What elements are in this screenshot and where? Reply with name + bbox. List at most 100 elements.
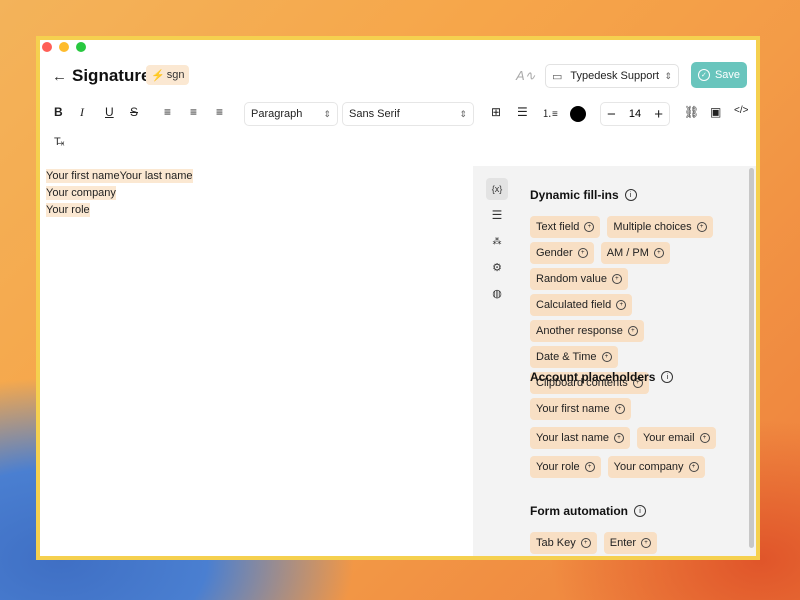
shortcut-badge[interactable]: ⚡ sgn [146,65,190,85]
strikethrough-icon[interactable]: S [130,105,138,119]
align-center-icon[interactable]: ≡ [190,105,197,119]
info-icon[interactable]: i [624,189,637,201]
increase-size-button[interactable]: + [654,106,663,123]
chip-label: Gender [536,247,573,259]
section-title-text: Dynamic fill-ins [530,188,619,202]
italic-icon[interactable]: I [80,105,84,120]
plus-circle-icon: + [613,433,624,443]
chip-am-pm[interactable]: AM / PM + [600,242,670,264]
check-circle-icon: ✓ [697,69,710,81]
chip-label: Text field [536,221,580,233]
chip-random-value[interactable]: Random value + [530,268,628,290]
chip-your-email[interactable]: Your email + [636,427,716,449]
save-button[interactable]: ✓ Save [691,62,747,88]
chip-enter[interactable]: Enter + [603,532,658,554]
chip-your-last-name[interactable]: Your last name + [530,427,630,449]
folder-icon: ▭ [552,70,563,83]
placeholder-last-name[interactable]: Your last name [119,169,193,183]
plus-circle-icon: + [614,404,625,414]
globe-icon[interactable]: ◍ [486,282,508,304]
font-size-stepper[interactable]: − 14 + [600,102,670,126]
plus-circle-icon: + [611,274,622,284]
window-controls [42,42,86,52]
plus-circle-icon: + [616,300,627,310]
font-family-value: Sans Serif [349,108,400,120]
chip-text-field[interactable]: Text field + [530,216,601,238]
save-button-label: Save [714,69,741,81]
chip-label: Calculated field [536,299,612,311]
close-window-button[interactable] [42,42,52,52]
minimize-window-button[interactable] [59,42,69,52]
app-window: ← Signature ⚡ sgn A∿ ▭ Typedesk Support … [36,36,760,560]
chip-your-first-name[interactable]: Your first name + [530,398,631,420]
info-icon[interactable]: i [661,371,674,383]
image-icon[interactable]: ▣ [710,105,721,119]
chip-label: Date & Time [536,351,597,363]
align-right-icon[interactable]: ≡ [216,105,223,119]
plus-circle-icon: + [641,538,652,548]
section-title-text: Form automation [530,504,628,518]
font-family-select[interactable]: Sans Serif ⇕ [342,102,474,126]
chip-label: Multiple choices [613,221,692,233]
bullet-list-icon[interactable]: ☰ [517,105,528,119]
variable-icon[interactable]: {x} [486,178,508,200]
chip-label: Your company [613,461,684,473]
chip-multiple-choices[interactable]: Multiple choices + [607,216,713,238]
plus-circle-icon: + [627,326,638,336]
section-title-text: Account placeholders [530,370,656,384]
panel-icon-bar: {x} ☰ ⁂ ⚙ ◍ [486,178,508,308]
numbered-list-icon[interactable]: ⒈≡ [542,105,558,120]
chip-label: Your first name [536,403,610,415]
bolt-icon: ⚡ [151,69,165,82]
chip-date-time[interactable]: Date & Time + [530,346,618,368]
back-arrow-icon[interactable]: ← [52,68,67,85]
chip-label: Another response [536,325,623,337]
table-icon[interactable]: ⊞ [491,105,501,119]
account-placeholders-list: Your first name + Your last name + Your em… [530,398,740,485]
format-toolbar: B I U S ≡ ≡ ≡ Paragraph ⇕ Sans Serif ⇕ ⊞… [40,100,756,130]
chip-label: AM / PM [606,247,649,259]
plus-circle-icon: + [601,352,612,362]
chip-label: Tab Key [536,537,576,549]
dynamic-fill-ins-title: Dynamic fill-ins i [530,188,637,202]
placeholder-company[interactable]: Your company [46,186,116,200]
code-icon[interactable]: </> [734,105,748,116]
maximize-window-button[interactable] [76,42,86,52]
placeholder-first-name[interactable]: Your first name [46,169,120,183]
plus-circle-icon: + [584,462,595,472]
gear-icon[interactable]: ⚙ [486,256,508,278]
plus-circle-icon: + [577,248,588,258]
block-format-value: Paragraph [251,108,303,120]
placeholder-role[interactable]: Your role [46,203,90,217]
fill-ins-panel: {x} ☰ ⁂ ⚙ ◍ Dynamic fill-ins i Text fiel… [473,166,756,556]
info-icon[interactable]: i [634,505,646,517]
panel-scrollbar[interactable] [749,168,754,548]
chip-label: Your role [536,461,580,473]
clear-format-icon[interactable]: T̶ₓ [54,136,64,148]
decrease-size-button[interactable]: − [607,106,616,123]
align-left-icon[interactable]: ≡ [164,105,171,119]
block-format-select[interactable]: Paragraph ⇕ [244,102,338,126]
spellcheck-icon[interactable]: A∿ [516,68,536,84]
chip-label: Your email [642,432,695,444]
chip-tab-key[interactable]: Tab Key + [530,532,597,554]
form-automation-list: Tab Key + Enter + [530,532,740,556]
chip-gender[interactable]: Gender + [530,242,594,264]
chip-another-response[interactable]: Another response + [530,320,644,342]
editor-header: ← Signature ⚡ sgn A∿ ▭ Typedesk Support … [40,62,756,92]
nodes-icon[interactable]: ⁂ [486,230,508,252]
chip-your-role[interactable]: Your role + [530,456,601,478]
chip-your-company[interactable]: Your company + [607,456,705,478]
plus-circle-icon: + [580,538,591,548]
text-color-picker[interactable] [570,106,586,122]
bold-icon[interactable]: B [54,105,63,119]
link-icon[interactable]: ⛓ [684,105,699,119]
list-icon[interactable]: ☰ [486,204,508,226]
folder-select[interactable]: ▭ Typedesk Support ⇕ [545,64,679,88]
underline-icon[interactable]: U [105,105,114,119]
chip-calculated-field[interactable]: Calculated field + [530,294,633,316]
plus-circle-icon: + [696,222,707,232]
chevron-updown-icon: ⇕ [664,70,672,81]
plus-circle-icon: + [688,462,699,472]
editor-content[interactable]: Your first nameYour last name Your compa… [46,168,476,219]
